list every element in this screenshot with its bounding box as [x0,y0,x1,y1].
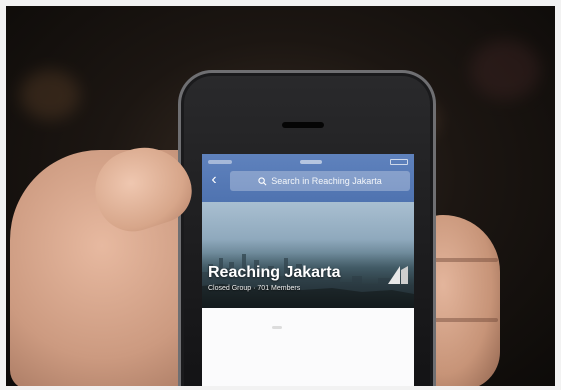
search-icon [258,176,267,186]
background-light [470,40,540,100]
phone-speaker [282,122,324,128]
group-cover-photo [202,202,414,308]
phone: ‹ Search in Reaching Jakarta Reaching Ja… [178,70,436,390]
status-time [300,160,322,164]
search-input[interactable]: Search in Reaching Jakarta [230,171,410,191]
navigation-bar: ‹ Search in Reaching Jakarta [202,154,414,202]
phone-screen: ‹ Search in Reaching Jakarta Reaching Ja… [202,154,414,390]
back-arrow-icon[interactable]: ‹ [206,170,222,190]
group-title: Reaching Jakarta [208,264,341,281]
background-light [20,70,80,120]
feed-placeholder [272,326,282,329]
search-label: Search in Reaching Jakarta [271,176,382,186]
group-logo-icon [388,266,408,284]
group-subtitle: Closed Group · 701 Members [208,285,301,292]
signal-indicator [208,160,232,164]
status-bar [208,156,408,168]
battery-icon [390,159,408,165]
group-feed [202,308,414,390]
